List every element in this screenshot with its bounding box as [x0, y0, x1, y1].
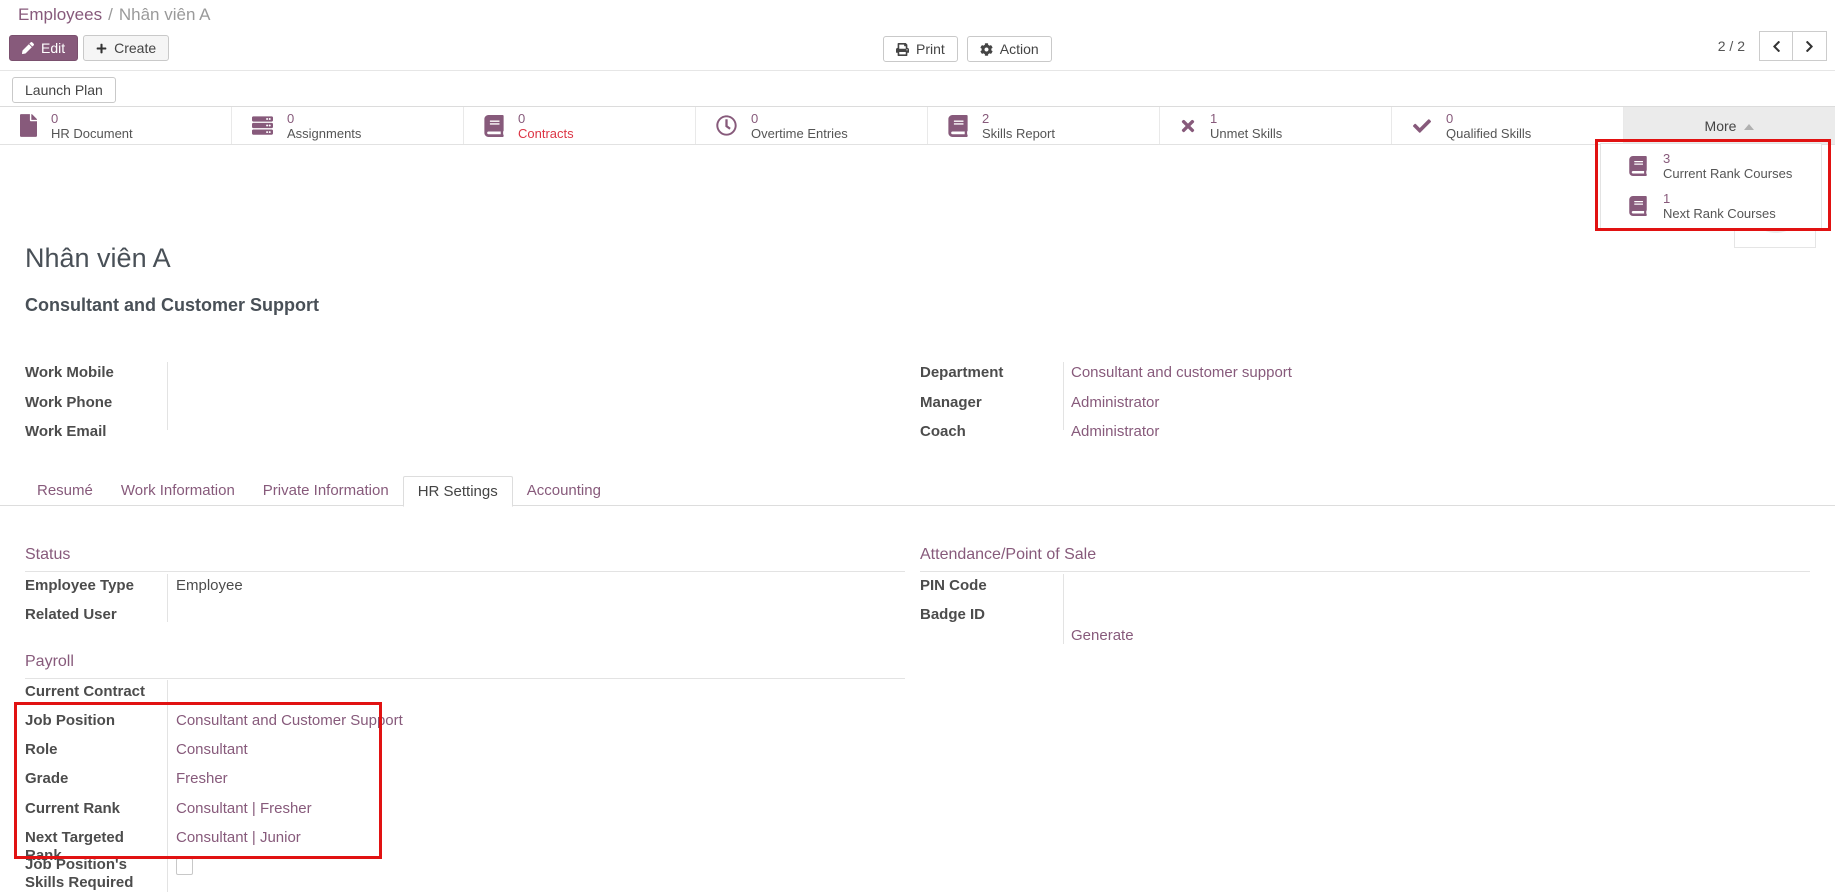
book-icon — [1629, 196, 1647, 216]
status-section-title: Status — [25, 546, 905, 572]
book-icon — [948, 115, 968, 137]
stat-button-qualified-skills[interactable]: 0Qualified Skills — [1392, 107, 1624, 144]
pager-value: 2 / 2 — [1718, 38, 1745, 54]
breadcrumb-current: Nhân viên A — [119, 5, 211, 24]
stat-value: 0 — [518, 111, 574, 126]
caret-up-icon — [1744, 124, 1754, 130]
check-icon — [1412, 117, 1432, 135]
stat-label: Skills Report — [982, 126, 1055, 141]
stat-label: Next Rank Courses — [1663, 206, 1776, 221]
stat-label: Current Rank Courses — [1663, 166, 1792, 181]
edit-button[interactable]: Edit — [9, 35, 78, 61]
stat-value: 2 — [982, 111, 1055, 126]
chevron-right-icon — [1804, 40, 1815, 53]
stat-value: 0 — [51, 111, 133, 126]
pager-next-button[interactable] — [1793, 31, 1827, 61]
tab-accounting[interactable]: Accounting — [513, 476, 615, 506]
stat-value: 0 — [1446, 111, 1531, 126]
clock-icon — [716, 115, 737, 136]
stat-button-contracts[interactable]: 0Contracts — [464, 107, 696, 144]
chevron-left-icon — [1771, 40, 1782, 53]
column-separator — [1063, 574, 1064, 644]
stat-label: Contracts — [518, 126, 574, 141]
breadcrumb-employees-link[interactable]: Employees — [18, 5, 102, 24]
stat-value: 0 — [751, 111, 848, 126]
tab-hr-settings[interactable]: HR Settings — [403, 476, 513, 507]
create-button[interactable]: Create — [83, 35, 169, 61]
job-position-value[interactable]: Consultant and Customer Support — [176, 712, 403, 730]
print-button[interactable]: Print — [883, 36, 958, 62]
role-value[interactable]: Consultant — [176, 741, 248, 759]
tab-resume[interactable]: Resumé — [23, 476, 107, 506]
payroll-section-title: Payroll — [25, 653, 905, 679]
grade-value[interactable]: Fresher — [176, 770, 228, 788]
employee-job-title: Consultant and Customer Support — [25, 295, 319, 316]
breadcrumb-separator: / — [108, 5, 113, 24]
breadcrumb: Employees / Nhân viên A — [18, 5, 211, 25]
stat-value: 1 — [1210, 111, 1282, 126]
column-separator — [167, 362, 168, 430]
action-button[interactable]: Action — [967, 36, 1052, 62]
stat-label: HR Document — [51, 126, 133, 141]
more-button[interactable]: More — [1624, 107, 1835, 144]
plus-icon — [96, 43, 107, 54]
dropdown-item-current-rank-courses[interactable]: 3Current Rank Courses — [1601, 146, 1821, 186]
stat-label: Qualified Skills — [1446, 126, 1531, 141]
action-buttons: Print Action — [883, 36, 1052, 62]
more-dropdown-menu: 3Current Rank Courses 1Next Rank Courses — [1600, 143, 1822, 229]
stat-value: 1 — [1663, 191, 1776, 206]
department-value[interactable]: Consultant and customer support — [1071, 364, 1292, 382]
stat-button-overtime-entries[interactable]: 0Overtime Entries — [696, 107, 928, 144]
attendance-section-title: Attendance/Point of Sale — [920, 546, 1810, 572]
stat-value: 3 — [1663, 151, 1792, 166]
stat-button-skills-report[interactable]: 2Skills Report — [928, 107, 1160, 144]
column-separator — [167, 680, 168, 892]
pager-nav — [1759, 31, 1827, 61]
stat-label: Unmet Skills — [1210, 126, 1282, 141]
employee-type-value: Employee — [176, 577, 243, 595]
launch-plan-button[interactable]: Launch Plan — [12, 77, 116, 103]
book-icon — [1629, 156, 1647, 176]
stat-button-box: 0HR Document 0Assignments 0Contracts 0Ov… — [0, 106, 1835, 145]
pager-previous-button[interactable] — [1759, 31, 1793, 61]
server-icon — [252, 115, 273, 136]
notebook-tabs: Resumé Work Information Private Informat… — [0, 476, 1835, 506]
stat-value: 0 — [287, 111, 361, 126]
stat-button-assignments[interactable]: 0Assignments — [232, 107, 464, 144]
job-skills-required-checkbox[interactable] — [176, 858, 193, 875]
generate-badge-link[interactable]: Generate — [1071, 627, 1134, 644]
stat-label: Assignments — [287, 126, 361, 141]
gear-icon — [980, 43, 993, 56]
manager-value[interactable]: Administrator — [1071, 394, 1159, 412]
file-icon — [20, 114, 37, 137]
employee-name: Nhân viên A — [25, 243, 171, 274]
times-icon — [1180, 117, 1196, 135]
header-divider — [0, 70, 1835, 71]
stat-button-hr-document[interactable]: 0HR Document — [0, 107, 232, 144]
tab-work-information[interactable]: Work Information — [107, 476, 249, 506]
dropdown-item-next-rank-courses[interactable]: 1Next Rank Courses — [1601, 186, 1821, 226]
pencil-icon — [22, 42, 34, 54]
stat-button-unmet-skills[interactable]: 1Unmet Skills — [1160, 107, 1392, 144]
book-icon — [484, 115, 504, 137]
next-targeted-rank-value[interactable]: Consultant | Junior — [176, 829, 301, 847]
column-separator — [1063, 362, 1064, 430]
pager: 2 / 2 — [1718, 31, 1827, 61]
stat-label: Overtime Entries — [751, 126, 848, 141]
form-buttons: Edit Create — [9, 35, 169, 61]
current-rank-value[interactable]: Consultant | Fresher — [176, 800, 312, 818]
tab-private-information[interactable]: Private Information — [249, 476, 403, 506]
coach-value[interactable]: Administrator — [1071, 423, 1159, 441]
column-separator — [167, 574, 168, 622]
printer-icon — [896, 43, 909, 56]
